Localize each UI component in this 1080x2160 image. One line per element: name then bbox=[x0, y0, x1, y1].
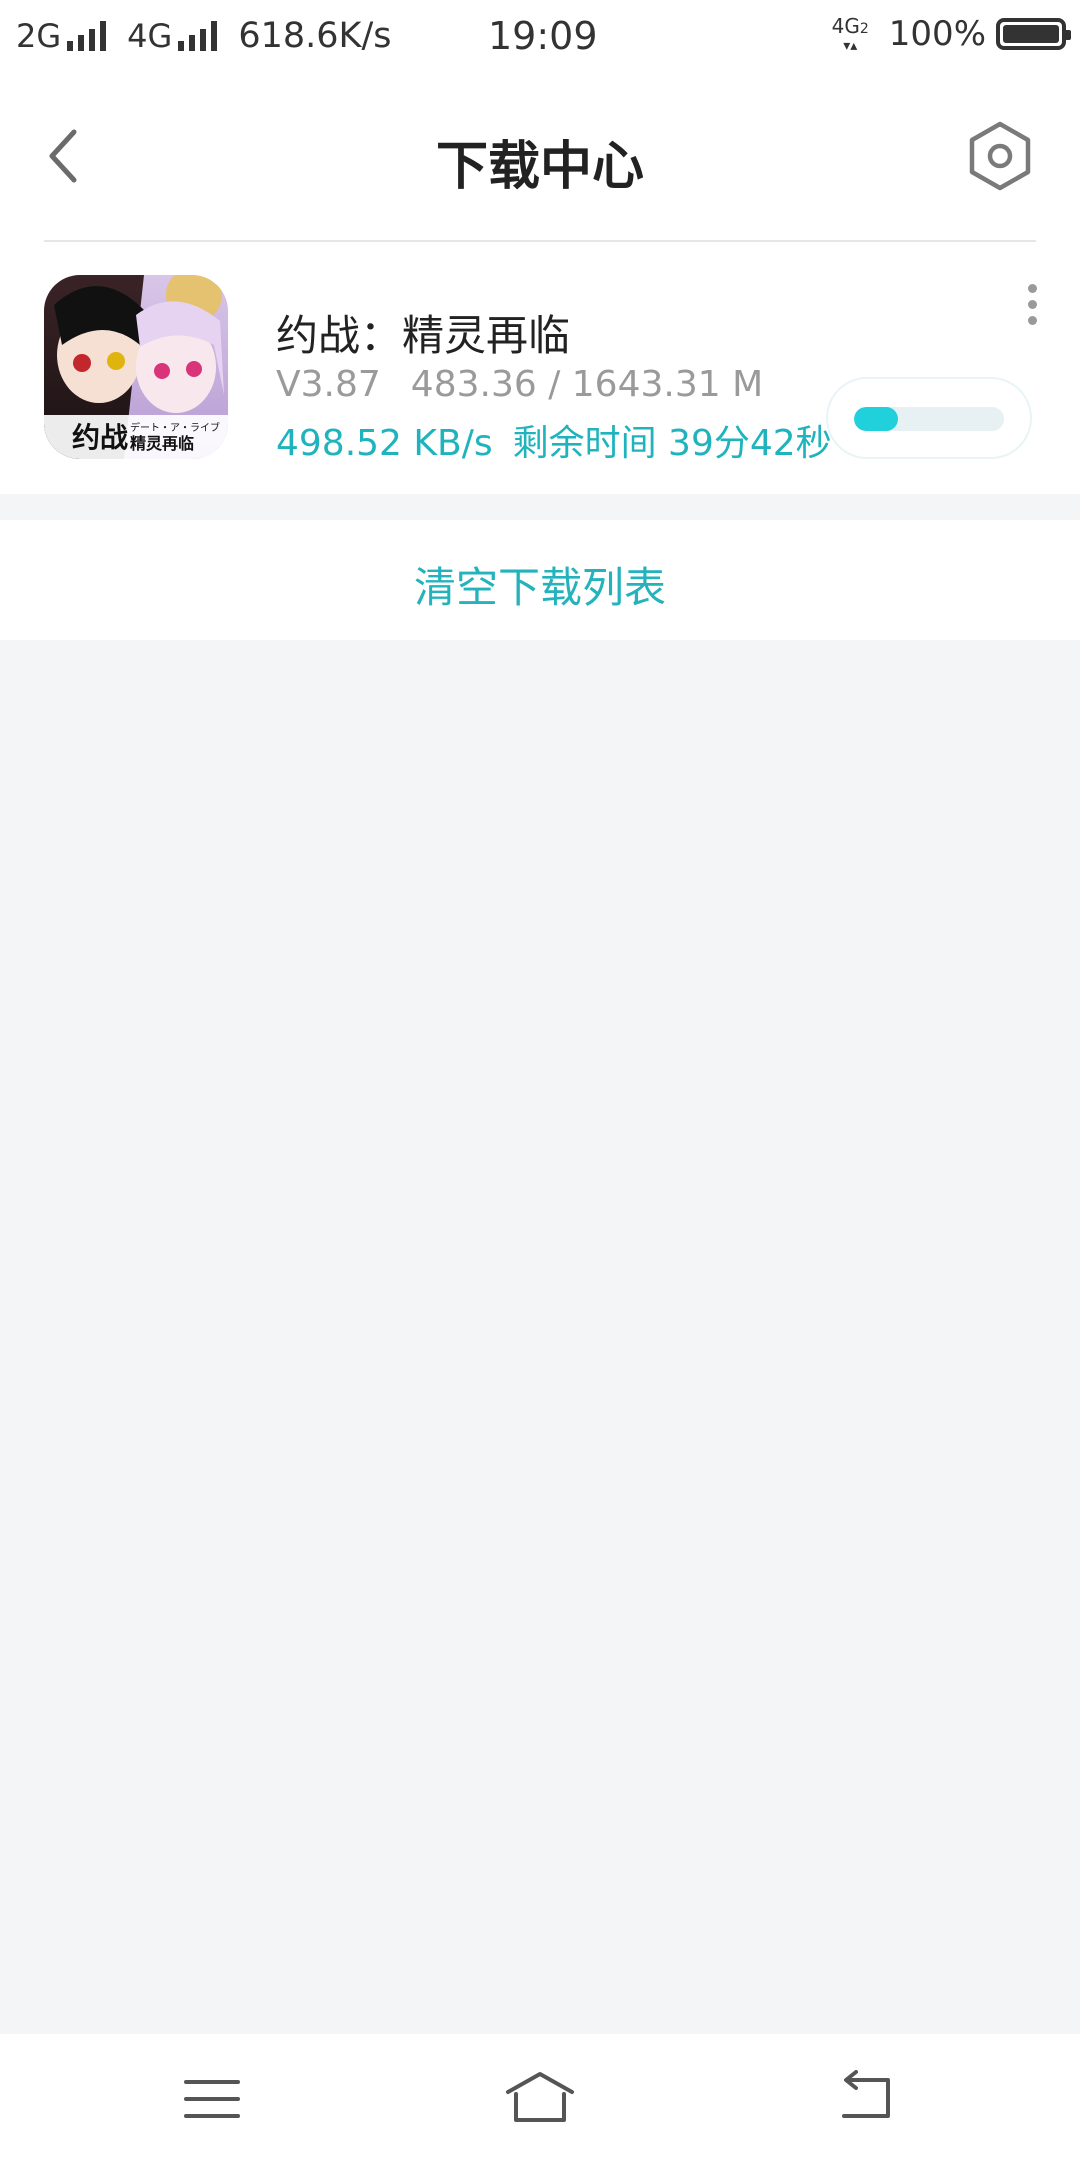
clock: 19:09 bbox=[488, 14, 598, 58]
battery-level: 100% bbox=[888, 14, 986, 54]
icon-label-sub: デート・ア・ライブ bbox=[130, 421, 220, 434]
network-speed: 618.6K/s bbox=[238, 16, 392, 56]
signal-icon bbox=[178, 21, 222, 51]
network-2g: 2G bbox=[16, 17, 111, 55]
nav-menu-button[interactable] bbox=[180, 2074, 244, 2124]
menu-icon bbox=[184, 2080, 240, 2118]
network-4g: 4G bbox=[127, 17, 222, 55]
data-indicator-icon: 4G2 ▾▴ bbox=[831, 13, 869, 54]
app-meta: V3.87 483.36 / 1643.31 M bbox=[276, 364, 763, 405]
signal-icon bbox=[67, 21, 111, 51]
icon-label-sub2: 精灵再临 bbox=[130, 434, 194, 453]
app-icon: 约战 デート・ア・ライブ 精灵再临 bbox=[44, 275, 228, 459]
download-status: 498.52 KB/s 剩余时间 39分42秒 bbox=[276, 414, 832, 466]
home-icon bbox=[506, 2072, 574, 2122]
network-4g-label: 4G bbox=[127, 17, 173, 55]
more-vertical-icon bbox=[1024, 284, 1040, 325]
nav-back-button[interactable] bbox=[834, 2070, 900, 2126]
icon-label-main: 约战 bbox=[72, 421, 128, 454]
data-indicator-label: 4G bbox=[831, 13, 860, 38]
page-title: 下载中心 bbox=[435, 137, 644, 197]
download-item[interactable]: 约战 デート・ア・ライブ 精灵再临 约战：精灵再临 V3.87 483.36 / … bbox=[0, 242, 1080, 494]
data-indicator-sub: 2 bbox=[859, 20, 869, 37]
clear-list-button[interactable]: 清空下载列表 bbox=[0, 554, 1080, 615]
settings-button[interactable] bbox=[962, 118, 1038, 194]
game-artwork-icon: 约战 デート・ア・ライブ 精灵再临 bbox=[44, 275, 228, 459]
download-size: 483.36 / 1643.31 M bbox=[410, 364, 764, 405]
nav-home-button[interactable] bbox=[500, 2068, 580, 2128]
back-arrow-icon bbox=[842, 2070, 890, 2118]
app-version: V3.87 bbox=[276, 364, 381, 405]
progress-bar bbox=[854, 407, 1004, 431]
header: 下载中心 bbox=[0, 76, 1080, 243]
screen: 2G 4G 618.6K/s 19:09 4G2 ▾▴ 100% 下载中心 约战… bbox=[0, 0, 1080, 2160]
app-name: 约战：精灵再临 bbox=[276, 311, 571, 360]
status-right: 4G2 ▾▴ 100% bbox=[831, 13, 1071, 54]
time-remaining: 剩余时间 39分42秒 bbox=[512, 423, 832, 464]
status-bar: 2G 4G 618.6K/s 19:09 4G2 ▾▴ 100% bbox=[0, 0, 1080, 76]
progress-fill bbox=[854, 407, 899, 431]
more-options-button[interactable] bbox=[1024, 284, 1040, 325]
battery-icon bbox=[996, 18, 1071, 50]
status-left: 2G 4G 618.6K/s bbox=[16, 16, 392, 56]
hexagon-gear-icon bbox=[969, 121, 1031, 191]
network-2g-label: 2G bbox=[16, 17, 62, 55]
pause-download-button[interactable] bbox=[826, 377, 1032, 459]
download-speed: 498.52 KB/s bbox=[276, 423, 493, 464]
navigation-bar bbox=[0, 2034, 1080, 2160]
clear-list-row: 清空下载列表 bbox=[0, 520, 1080, 640]
